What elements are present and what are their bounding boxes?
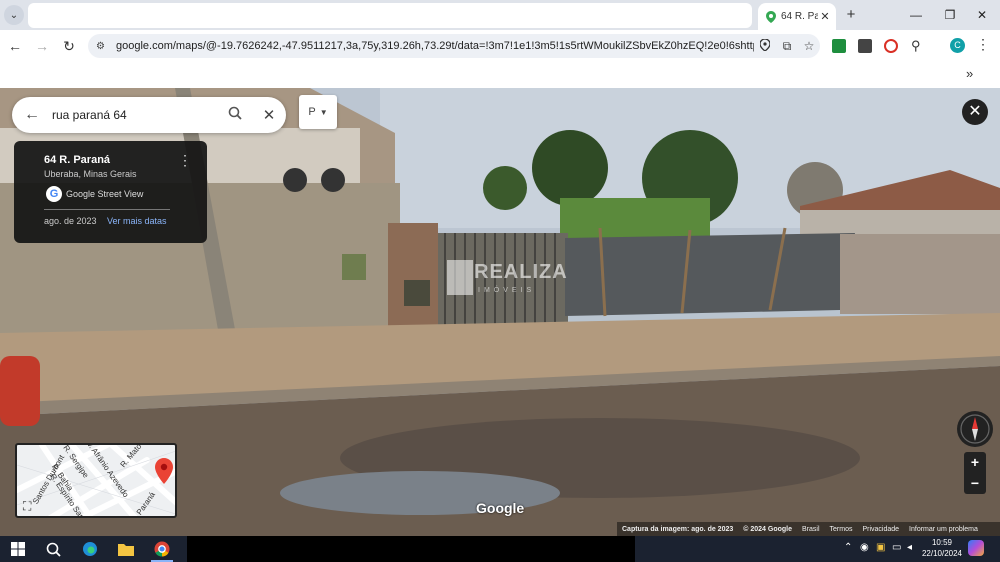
tray-app-icon[interactable]: ◉ <box>860 542 869 553</box>
tab-google-maps[interactable]: 64 R. Pa ✕ <box>758 3 836 30</box>
taskbar-blank-region <box>187 536 635 562</box>
forward-button[interactable]: → <box>33 37 51 55</box>
location-subtitle: Uberaba, Minas Gerais <box>44 169 137 179</box>
profile-avatar[interactable]: C <box>950 38 965 53</box>
search-input[interactable] <box>52 108 218 122</box>
close-street-view-button[interactable]: ✕ <box>962 99 988 125</box>
compass-icon[interactable] <box>957 411 993 447</box>
zoom-control: + − <box>964 452 986 494</box>
tab-close-icon[interactable]: ✕ <box>818 10 832 23</box>
extension-check-icon[interactable] <box>832 39 846 53</box>
watermark-subtext: IMÓVEIS <box>478 287 536 294</box>
browser-toolbar: ← → ↻ ⚙ google.com/maps/@-19.7626242,-47… <box>0 30 1000 62</box>
show-hidden-icons[interactable]: ⌃ <box>844 542 852 553</box>
file-explorer-icon[interactable] <box>116 539 136 559</box>
reload-button[interactable]: ↻ <box>60 37 78 55</box>
zoom-out-button[interactable]: − <box>964 473 986 494</box>
maps-pin-icon <box>766 10 776 23</box>
copyright-text: © 2024 Google <box>743 525 792 533</box>
network-icon[interactable]: ▭ <box>892 542 901 553</box>
attribution-bar: Captura da imagem: ago. de 2023 © 2024 G… <box>617 522 1000 536</box>
caret-down-icon: ▼ <box>319 107 328 117</box>
bookmarks-overflow-icon[interactable]: » <box>966 66 973 81</box>
terms-link[interactable]: Termos <box>830 526 853 533</box>
site-info-icon[interactable]: ⚙ <box>96 41 112 52</box>
divider <box>44 209 170 210</box>
location-info-card: 64 R. Paraná Uberaba, Minas Gerais ⋮ G G… <box>14 141 207 243</box>
address-bar[interactable]: ⚙ google.com/maps/@-19.7626242,-47.95112… <box>88 34 820 58</box>
install-app-icon[interactable]: ⧉ <box>776 39 798 54</box>
search-icon[interactable] <box>218 106 252 125</box>
location-title: 64 R. Paraná <box>44 154 111 166</box>
tab-strip: ⌄ 64 R. Pa ✕ + — ❐ ✕ <box>0 0 1000 30</box>
google-logo: Google <box>476 500 525 516</box>
minimize-button[interactable]: — <box>906 5 926 25</box>
maps-search-box: ← ✕ <box>12 97 286 133</box>
url-text[interactable]: google.com/maps/@-19.7626242,-47.9511217… <box>116 40 754 52</box>
report-problem-link[interactable]: Informar um problema <box>909 526 978 533</box>
expand-map-icon[interactable]: ⛶ <box>23 499 31 514</box>
tab-search-button[interactable]: ⌄ <box>4 5 24 25</box>
clear-search-icon[interactable]: ✕ <box>252 106 286 124</box>
back-button[interactable]: ← <box>6 37 24 55</box>
street-view-brand: Google Street View <box>66 189 144 199</box>
extension-block-icon[interactable] <box>884 39 898 53</box>
bookmark-star-icon[interactable]: ☆ <box>798 39 820 53</box>
google-g-icon: G <box>46 186 62 202</box>
clock-date: 22/10/2024 <box>921 549 963 558</box>
minimap[interactable]: Santos Dumont Av. Afrânio Azevedo R. Mat… <box>15 443 177 518</box>
location-icon[interactable] <box>754 37 776 54</box>
tab-title: 64 R. Pa <box>781 11 818 22</box>
extensions-puzzle-icon[interactable]: ⚲ <box>911 39 925 53</box>
extension-dark-icon[interactable] <box>858 39 872 53</box>
more-dates-link[interactable]: Ver mais datas <box>107 216 167 226</box>
back-arrow-icon[interactable]: ← <box>12 106 52 124</box>
chrome-icon[interactable] <box>152 539 172 559</box>
more-options-icon[interactable]: ⋮ <box>178 152 192 169</box>
new-tab-button[interactable]: + <box>842 6 860 24</box>
copilot-icon[interactable] <box>968 540 984 556</box>
blank-tab[interactable] <box>28 3 752 28</box>
zoom-in-button[interactable]: + <box>964 452 986 473</box>
country-link[interactable]: Brasil <box>802 526 820 533</box>
window-close-button[interactable]: ✕ <box>972 5 992 25</box>
tray-security-icon[interactable]: ▣ <box>876 542 885 553</box>
bookmarks-bar: » <box>0 62 1000 88</box>
street-view-panorama[interactable]: REALIZA IMÓVEIS ← ✕ P ▼ 64 R. Paraná Ube… <box>0 88 1000 536</box>
capture-date: ago. de 2023 <box>44 216 97 226</box>
edge-browser-icon[interactable] <box>80 539 100 559</box>
maximize-button[interactable]: ❐ <box>940 5 960 25</box>
system-clock[interactable]: 10:59 22/10/2024 <box>920 537 964 559</box>
browser-menu-icon[interactable]: ⋮ <box>976 36 990 53</box>
location-pin-icon <box>155 458 173 484</box>
pegman-icon: P <box>308 106 316 118</box>
volume-icon[interactable]: ◂ <box>907 542 912 553</box>
capture-date-text: Captura da imagem: ago. de 2023 <box>622 525 734 533</box>
privacy-link[interactable]: Privacidade <box>862 526 899 533</box>
pegman-menu-button[interactable]: P ▼ <box>299 95 337 129</box>
search-icon[interactable] <box>43 539 63 559</box>
clock-time: 10:59 <box>931 538 953 547</box>
watermark-text: REALIZA <box>474 261 568 283</box>
windows-start-icon[interactable] <box>8 539 28 559</box>
windows-taskbar: ⌃ ◉ ▣ ▭ ◂ 10:59 22/10/2024 <box>0 536 1000 562</box>
